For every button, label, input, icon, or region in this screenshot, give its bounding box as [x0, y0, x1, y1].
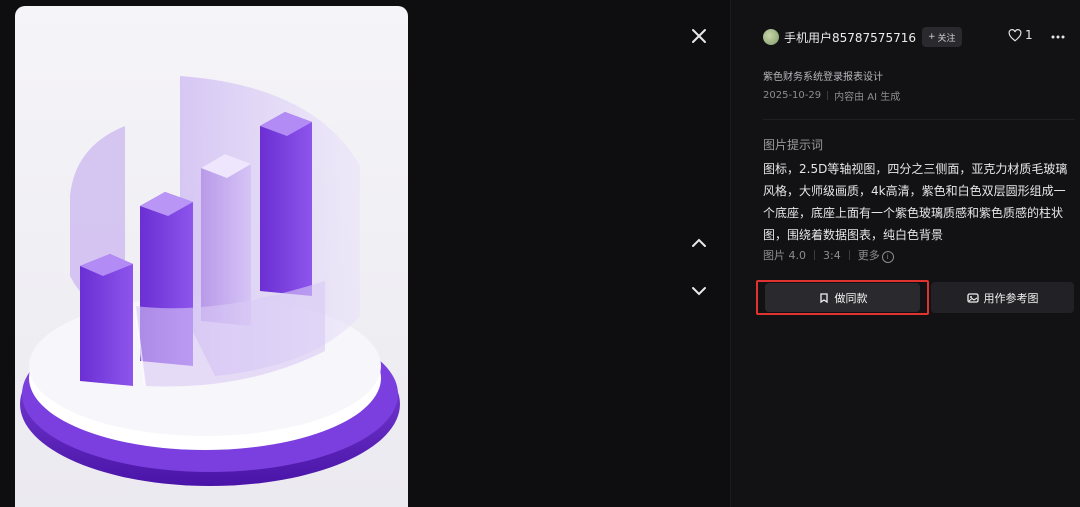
- work-title: 紫色财务系统登录报表设计: [763, 72, 883, 83]
- separator: [827, 91, 829, 100]
- author-row: 手机用户85787575716 + 关注: [763, 26, 962, 48]
- plus-icon: +: [927, 32, 936, 42]
- chevron-up-icon: [692, 238, 706, 247]
- previous-image-button[interactable]: [685, 229, 713, 257]
- separator: [848, 250, 850, 260]
- work-meta: 2025-10-29 内容由 AI 生成: [763, 88, 900, 103]
- close-icon: [692, 29, 706, 43]
- generation-stats: 图片 4.0 3:4 更多 i: [763, 247, 894, 263]
- more-options-button[interactable]: [1047, 28, 1069, 46]
- close-button[interactable]: [685, 22, 713, 50]
- make-same-button[interactable]: 做同款: [765, 283, 920, 312]
- purple-glass-bar-chart-illustration: [20, 76, 400, 486]
- model-version: 图片 4.0: [763, 249, 806, 262]
- work-date: 2025-10-29: [763, 90, 822, 101]
- wand-icon: [819, 292, 828, 303]
- like-count: 1: [1025, 28, 1033, 42]
- use-reference-label: 用作参考图: [983, 291, 1039, 305]
- info-icon: i: [881, 251, 894, 263]
- more-details-link[interactable]: 更多 i: [858, 247, 894, 263]
- use-as-reference-button[interactable]: 用作参考图: [931, 282, 1074, 313]
- follow-button[interactable]: + 关注: [921, 27, 962, 47]
- prompt-label: 图片提示词: [763, 138, 824, 152]
- ellipsis-icon: [1051, 35, 1065, 39]
- chevron-down-icon: [692, 287, 706, 296]
- aspect-ratio: 3:4: [823, 248, 841, 262]
- ai-note: 内容由 AI 生成: [834, 92, 901, 103]
- avatar[interactable]: [763, 29, 779, 45]
- section-divider: [763, 119, 1075, 120]
- detail-panel: 手机用户85787575716 + 关注 1 紫色财务系统登录报表设计 2025…: [731, 0, 1080, 507]
- separator: [814, 250, 815, 260]
- image-icon: [966, 292, 979, 303]
- more-label: 更多: [857, 249, 880, 262]
- generated-image[interactable]: [15, 6, 408, 507]
- username[interactable]: 手机用户85787575716: [784, 29, 916, 46]
- prompt-text: 图标，2.5D等轴视图，四分之三侧面，亚克力材质毛玻璃风格，大师级画质，4k高清…: [763, 162, 1068, 242]
- heart-icon: [1008, 28, 1022, 41]
- like-button[interactable]: 1: [1008, 28, 1033, 42]
- make-same-highlight: 做同款: [756, 280, 929, 315]
- next-image-button[interactable]: [685, 277, 713, 305]
- image-stage: [0, 0, 730, 507]
- follow-label: 关注: [937, 33, 956, 44]
- make-same-label: 做同款: [834, 291, 868, 305]
